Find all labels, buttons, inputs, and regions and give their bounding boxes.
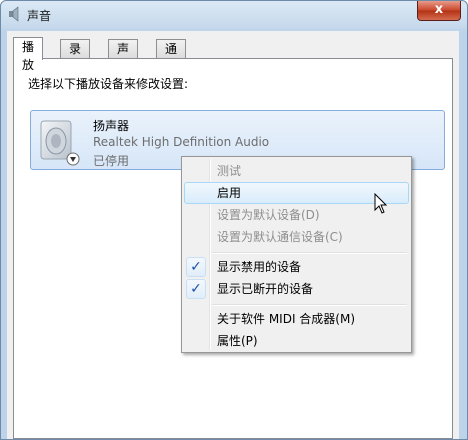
menu-item-properties[interactable]: 属性(P) — [184, 330, 409, 352]
instruction-text: 选择以下播放设备来修改设置: — [28, 77, 189, 91]
menu-item-label: 测试 — [217, 164, 242, 178]
speaker-icon — [9, 6, 19, 22]
title-bar[interactable]: 声音 x — [1, 1, 467, 29]
menu-item-label: 关于软件 MIDI 合成器(M) — [217, 312, 356, 326]
menu-separator — [212, 304, 407, 306]
menu-item-label: 显示禁用的设备 — [217, 260, 302, 274]
menu-item-show-disabled[interactable]: ✓ 显示禁用的设备 — [184, 256, 409, 278]
close-icon: x — [434, 2, 444, 17]
tab-communications[interactable]: 通信 — [156, 39, 187, 74]
menu-item-label: 属性(P) — [217, 334, 258, 348]
menu-item-label: 启用 — [217, 186, 242, 200]
device-name: 扬声器 — [93, 119, 130, 133]
menu-item-about-midi[interactable]: 关于软件 MIDI 合成器(M) — [184, 308, 409, 330]
tab-playback[interactable]: 播放 — [13, 37, 44, 72]
menu-separator — [212, 252, 407, 254]
device-status: 已停用 — [93, 154, 130, 168]
menu-item-label: 显示已断开的设备 — [217, 282, 314, 296]
window-title: 声音 — [27, 9, 52, 23]
mouse-pointer-icon — [374, 193, 388, 214]
tab-recording[interactable]: 录制 — [60, 39, 91, 74]
menu-item-label: 设置为默认设备(D) — [217, 208, 320, 222]
menu-item-show-disconnected[interactable]: ✓ 显示已断开的设备 — [184, 278, 409, 300]
menu-item-test[interactable]: 测试 — [184, 160, 409, 182]
menu-item-label: 设置为默认通信设备(C) — [217, 230, 343, 244]
checkmark-icon: ✓ — [186, 257, 206, 277]
tab-sounds[interactable]: 声音 — [108, 39, 139, 74]
checkmark-icon: ✓ — [186, 279, 206, 299]
device-driver: Realtek High Definition Audio — [93, 135, 270, 149]
speaker-icon — [40, 120, 80, 166]
close-button[interactable]: x — [417, 1, 461, 21]
menu-item-set-default-communication[interactable]: 设置为默认通信设备(C) — [184, 226, 409, 248]
context-menu: 测试 启用 设置为默认设备(D) 设置为默认通信设备(C) ✓ 显示禁用的设备 … — [181, 156, 412, 353]
